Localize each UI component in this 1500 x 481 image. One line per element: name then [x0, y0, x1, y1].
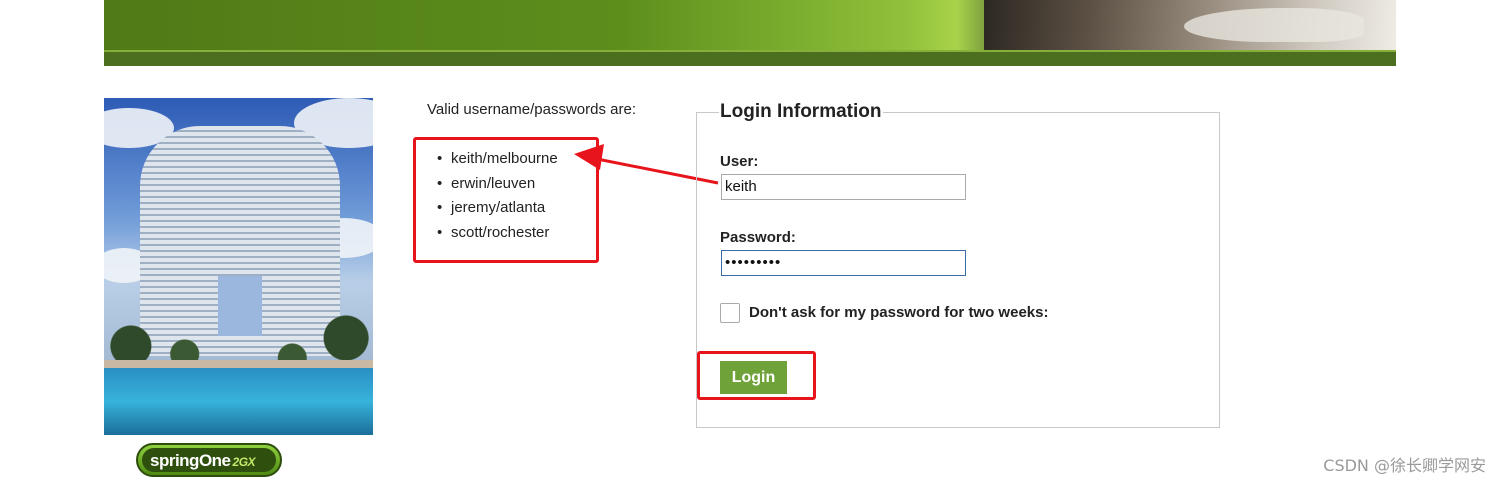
watermark: CSDN @徐长卿学网安	[1323, 456, 1486, 475]
remember-checkbox[interactable]	[720, 303, 740, 323]
annotation-login-box	[697, 351, 816, 400]
logo-tag: 2GX	[232, 455, 256, 469]
logo-word: springOne	[150, 451, 231, 470]
hotel-image	[104, 98, 373, 435]
user-input[interactable]: keith	[721, 174, 966, 200]
credentials-heading: Valid username/passwords are:	[427, 101, 636, 118]
springone-logo: springOne 2GX	[136, 443, 282, 477]
user-label: User:	[720, 153, 759, 170]
banner-photo	[984, 0, 1396, 50]
remember-label: Don't ask for my password for two weeks:	[749, 304, 1049, 321]
login-legend: Login Information	[719, 101, 884, 123]
password-input[interactable]: •••••••••	[721, 250, 966, 276]
password-label: Password:	[720, 229, 796, 246]
banner-stripe	[104, 50, 1396, 66]
header-banner	[104, 0, 1396, 66]
